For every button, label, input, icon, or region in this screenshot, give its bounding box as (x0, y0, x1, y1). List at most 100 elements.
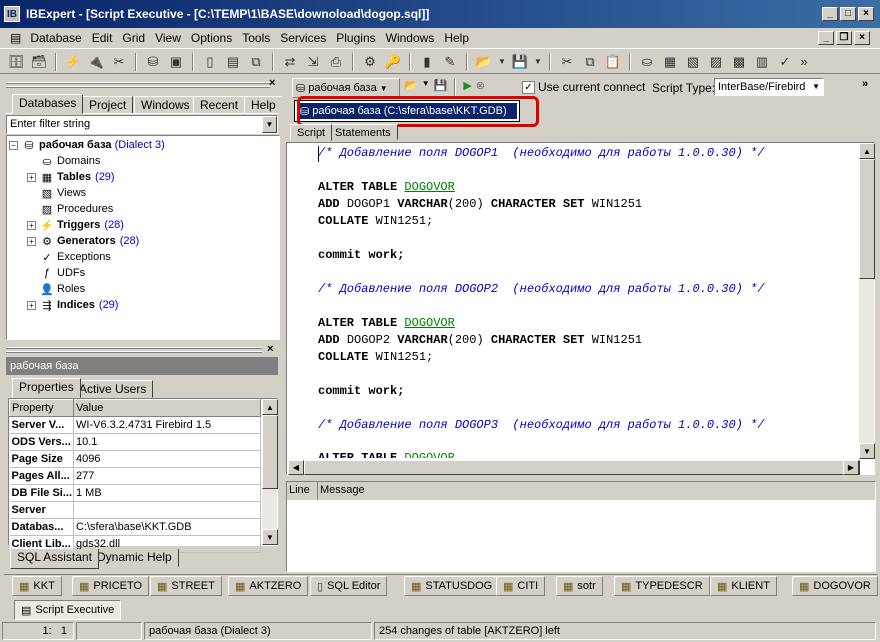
tab-project[interactable]: Project (82, 96, 134, 114)
table-row[interactable]: Server V... WI-V6.3.2.4731 Firebird 1.5 (9, 416, 261, 434)
minimize-button[interactable]: _ (822, 7, 838, 21)
window-tab-statusdog[interactable]: ▦ STATUSDOG (404, 576, 500, 596)
scroll-down-icon[interactable]: ▼ (262, 529, 278, 545)
db-tree[interactable]: − ⛁ рабочая база (Dialect 3) ⛀ Domains + ▦ T… (6, 135, 280, 340)
active-window-tab[interactable]: ▤ Script Executive (14, 600, 122, 620)
tree-node-roles[interactable]: 👤 Roles (27, 281, 85, 297)
code-table-link[interactable]: DOGOVOR (404, 316, 454, 330)
table-row[interactable]: Databas... C:\sfera\base\KKT.GDB (9, 518, 261, 536)
scroll-down-icon[interactable]: ▼ (859, 443, 875, 459)
tree-node-exceptions[interactable]: ✓ Exceptions (27, 249, 110, 265)
window-tab-dogovor[interactable]: ▦ DOGOVOR (792, 576, 878, 596)
open-folder-icon[interactable]: 📂 (474, 52, 494, 72)
scroll-thumb[interactable] (859, 159, 875, 279)
tab-properties[interactable]: Properties (12, 378, 81, 398)
checkbox-check-icon[interactable]: ✓ (522, 80, 535, 94)
table-row[interactable]: DB File Si... 1 MB (9, 484, 261, 502)
tab-sql-assistant[interactable]: SQL Assistant (10, 549, 99, 569)
close-button[interactable]: × (858, 7, 874, 21)
col-message[interactable]: Message (318, 482, 875, 500)
mdi-minimize-button[interactable]: _ (818, 31, 834, 45)
props-splitter[interactable]: × (6, 343, 278, 355)
expand-icon[interactable]: + (27, 300, 36, 310)
chevron-down-icon[interactable]: ▼ (812, 79, 820, 95)
window-tab-aktzero[interactable]: ▦ AKTZERO (228, 576, 309, 596)
menu-help[interactable]: Help (439, 31, 474, 45)
cut-icon[interactable]: ✂ (557, 52, 577, 72)
script-icon[interactable]: ▤ (223, 52, 243, 72)
generator-icon[interactable]: ▥ (752, 52, 772, 72)
menu-grid[interactable]: Grid (117, 31, 150, 45)
mdi-close-button[interactable]: × (854, 31, 870, 45)
mdi-restore-button[interactable]: ❐ (836, 31, 852, 45)
backup-icon[interactable]: ▣ (166, 52, 186, 72)
window-tab-sql-editor[interactable]: ▯ SQL Editor (310, 576, 388, 596)
save-icon[interactable]: 💾 (434, 79, 448, 97)
tree-node-domains[interactable]: ⛀ Domains (27, 153, 100, 169)
filter-input[interactable]: Enter filter string ▼ (6, 115, 278, 134)
code-table-link[interactable]: DOGOVOR (404, 452, 454, 458)
use-current-connect-checkbox[interactable]: ✓ Use current connect (522, 80, 645, 94)
proc-icon[interactable]: ▨ (706, 52, 726, 72)
title-bar[interactable]: IB IBExpert - [Script Executive - [C:\TE… (0, 0, 880, 28)
extract-icon[interactable]: ⇲ (303, 52, 323, 72)
tab-statements[interactable]: Statements (328, 124, 398, 140)
window-tab-citi[interactable]: ▦ CITI (496, 576, 546, 596)
new-doc-icon[interactable]: ▯ (200, 52, 220, 72)
maximize-button[interactable]: □ (840, 7, 856, 21)
print-icon[interactable]: ⎙ (326, 52, 346, 72)
save-icon[interactable]: 💾 (510, 52, 530, 72)
stop-icon[interactable]: ⊗ (476, 79, 485, 97)
code-table-link[interactable]: DOGOVOR (404, 180, 454, 194)
expand-icon[interactable]: + (27, 236, 36, 246)
window-tab-kkt[interactable]: ▦ KKT (12, 576, 62, 596)
collapse-icon[interactable]: − (9, 140, 18, 150)
tree-node-procedures[interactable]: ▨ Procedures (27, 201, 113, 217)
trigger-icon[interactable]: ▩ (729, 52, 749, 72)
window-tab-klient[interactable]: ▦ KLIENT (710, 576, 777, 596)
chevron-down-icon[interactable]: ▼ (262, 116, 277, 133)
tree-db-root[interactable]: − ⛁ рабочая база (Dialect 3) (9, 137, 165, 153)
menu-edit[interactable]: Edit (87, 31, 118, 45)
compare-icon[interactable]: ⇄ (280, 52, 300, 72)
tab-recent[interactable]: Recent (193, 96, 246, 114)
menu-view[interactable]: View (150, 31, 186, 45)
connect-icon[interactable]: ⚡ (63, 52, 83, 72)
tree-node-udfs[interactable]: ƒ UDFs (27, 265, 85, 281)
editor-vscrollbar[interactable]: ▲ ▼ (858, 143, 875, 459)
key-icon[interactable]: 🔑 (383, 52, 403, 72)
menu-app-icon[interactable]: ▤ (10, 31, 25, 45)
chevron-down-icon[interactable]: ▼ (533, 52, 543, 72)
unregister-db-icon[interactable]: 🗃 (29, 52, 49, 72)
expand-icon[interactable]: + (27, 220, 36, 230)
menu-plugins[interactable]: Plugins (331, 31, 380, 45)
props-scrollbar[interactable]: ▲ ▼ (261, 399, 278, 545)
tab-help[interactable]: Help (244, 96, 282, 114)
editor-hscrollbar[interactable]: ◀ ▶ (287, 459, 860, 475)
menu-database[interactable]: Database (25, 31, 86, 45)
table-row[interactable]: ODS Vers... 10.1 (9, 433, 261, 451)
col-value[interactable]: Value (73, 399, 261, 417)
window-tab-priceto[interactable]: ▦ PRICETO (72, 576, 150, 596)
disconnect-icon[interactable]: ✂ (109, 52, 129, 72)
overflow-chevron-icon[interactable]: » (862, 78, 868, 90)
view-icon[interactable]: ▧ (683, 52, 703, 72)
chevron-down-icon[interactable]: ▼ (497, 52, 507, 72)
app-icon[interactable]: IB (4, 6, 20, 22)
tree-node-triggers[interactable]: + ⚡ Triggers (28) (27, 217, 124, 233)
db-combo[interactable]: ⛁ рабочая база ▼ (292, 78, 400, 98)
scroll-right-icon[interactable]: ▶ (843, 460, 859, 475)
table-icon[interactable]: ▦ (660, 52, 680, 72)
paste-icon[interactable]: 📋 (603, 52, 623, 72)
book-icon[interactable]: ▮ (417, 52, 437, 72)
run-icon[interactable]: ▶ (463, 79, 471, 97)
chevron-down-icon[interactable]: ▼ (380, 84, 388, 93)
tree-node-indices[interactable]: + ⇶ Indices (29) (27, 297, 118, 313)
tab-dynamic-help[interactable]: Dynamic Help (90, 549, 179, 567)
close-icon[interactable]: × (267, 343, 273, 355)
window-tab-sotr[interactable]: ▦ sotr (556, 576, 603, 596)
tree-node-generators[interactable]: + ⚙ Generators (28) (27, 233, 139, 249)
exception-icon[interactable]: ✓ (775, 52, 795, 72)
db-properties-icon[interactable]: ⛁ (143, 52, 163, 72)
chevron-down-icon[interactable]: ▼ (422, 79, 430, 97)
